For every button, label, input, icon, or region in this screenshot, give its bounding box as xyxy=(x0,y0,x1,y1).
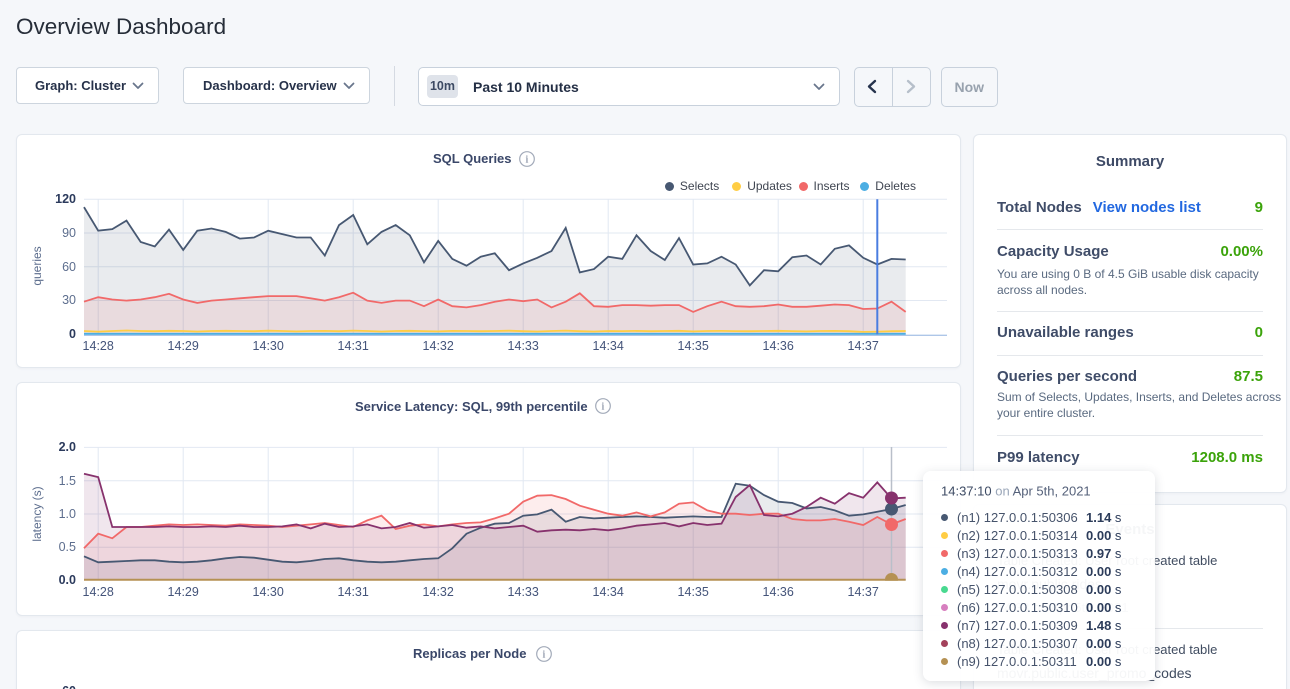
svg-text:i: i xyxy=(543,649,546,660)
